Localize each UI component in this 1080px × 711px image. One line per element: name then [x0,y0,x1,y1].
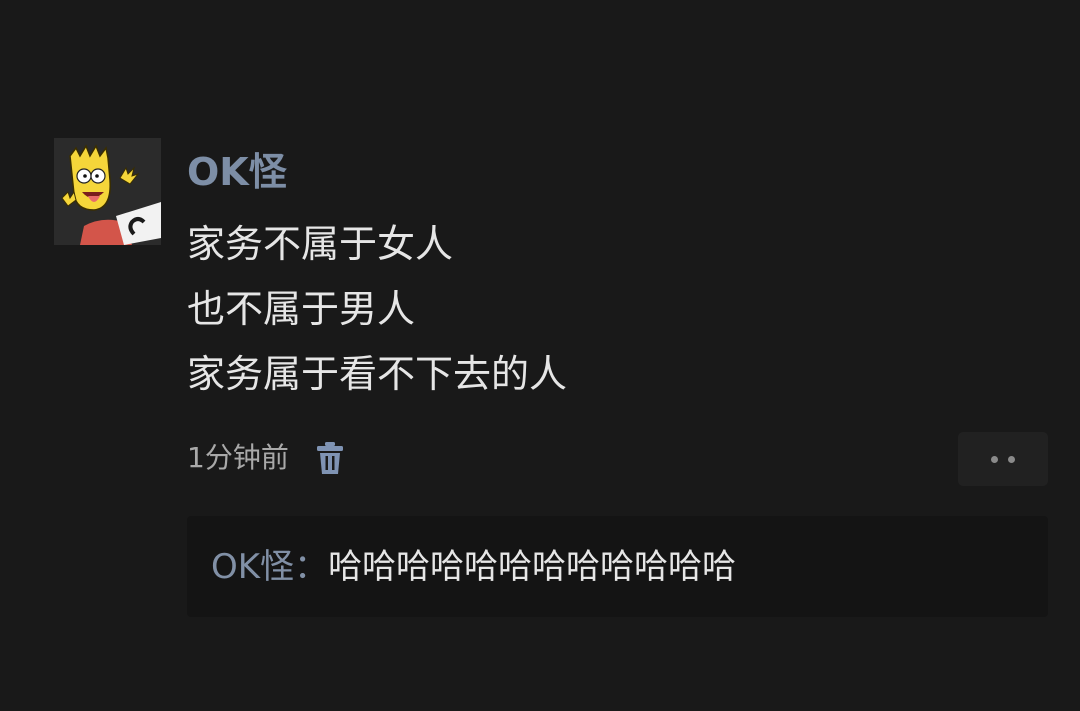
cartoon-avatar-icon [54,138,161,245]
comment-text: 哈哈哈哈哈哈哈哈哈哈哈哈 [328,546,737,587]
post-author[interactable]: OK怪 [187,146,287,198]
post-line: 家务属于看不下去的人 [187,352,568,396]
trash-icon[interactable] [316,441,343,475]
post-line: 家务不属于女人 [187,222,454,266]
moment-post: OK怪 家务不属于女人 也不属于男人 家务属于看不下去的人 1分钟前 OK怪：哈… [0,0,1080,711]
more-button[interactable] [958,432,1048,486]
post-content: 家务不属于女人 也不属于男人 家务属于看不下去的人 [187,212,1047,407]
more-dots-icon [1008,455,1015,463]
comment-separator: ： [294,546,329,587]
comment-box: OK怪：哈哈哈哈哈哈哈哈哈哈哈哈 [187,516,1048,617]
post-meta: 1分钟前 [187,438,343,478]
avatar[interactable] [54,138,161,245]
comment-author[interactable]: OK怪 [211,547,294,587]
more-dots-icon [991,455,998,463]
post-line: 也不属于男人 [187,287,416,331]
post-time: 1分钟前 [187,441,289,474]
comment-item[interactable]: OK怪：哈哈哈哈哈哈哈哈哈哈哈哈 [211,545,736,589]
